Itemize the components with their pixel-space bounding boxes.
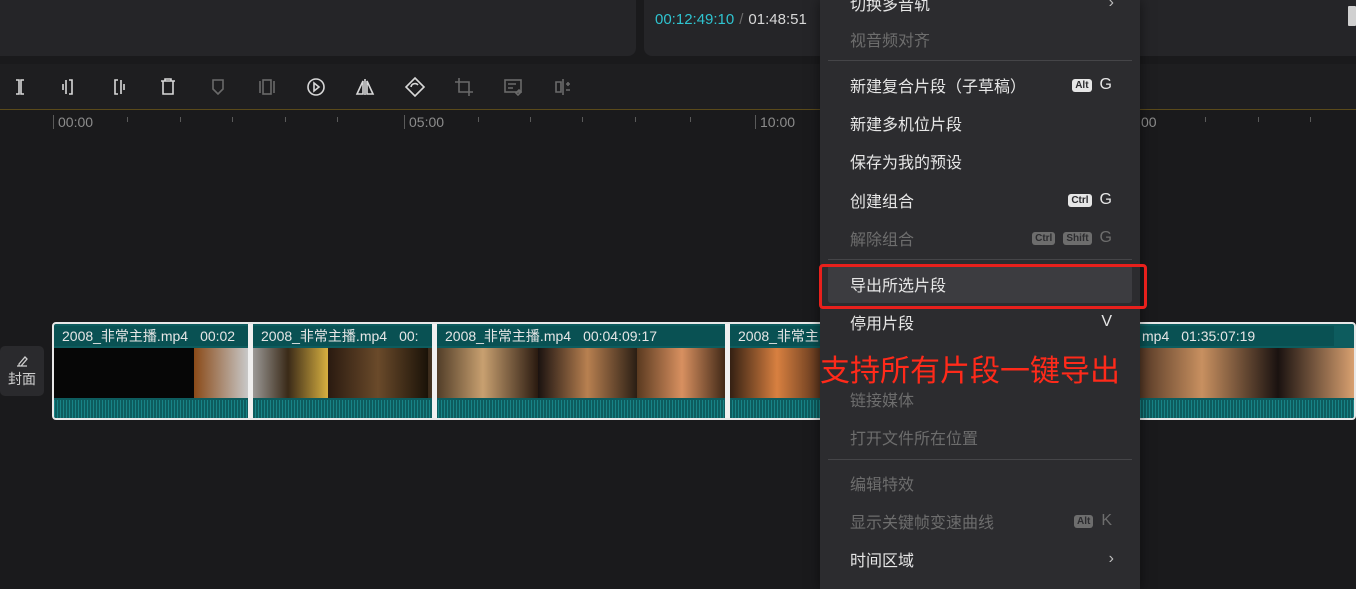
- clip-label: 2008_非常主播.mp4 00:02: [54, 326, 250, 346]
- ruler-label: 00:00: [58, 114, 94, 130]
- panel-edge-handle[interactable]: [1348, 6, 1356, 26]
- menu-item-new-compound-clip[interactable]: 新建复合片段（子草稿） Alt G: [820, 66, 1140, 104]
- clip-label: mp4 01:35:07:19: [1134, 326, 1334, 346]
- shift-key-icon: Shift: [1063, 231, 1092, 245]
- annotation-text: 支持所有片段一键导出: [820, 354, 1120, 389]
- ctrl-key-icon: Ctrl: [1068, 193, 1092, 207]
- chevron-right-icon: ›: [1108, 0, 1114, 11]
- timeline-toolbar: [0, 64, 1356, 110]
- delete-icon[interactable]: [155, 74, 181, 100]
- menu-item-switch-audio-track[interactable]: 切换多音轨 ›: [820, 0, 1140, 22]
- smart-crop-icon: [550, 74, 576, 100]
- menu-item-time-region[interactable]: 时间区域 ›: [820, 540, 1140, 578]
- reverse-play-icon[interactable]: [303, 74, 329, 100]
- alt-key-icon: Alt: [1073, 514, 1094, 528]
- trim-right-icon[interactable]: [105, 74, 131, 100]
- clip-label: 2008_非常主播.mp4 00:: [253, 326, 433, 346]
- alt-key-icon: Alt: [1072, 78, 1092, 92]
- player-timecode: 00:12:49:10/01:48:51: [655, 11, 807, 28]
- menu-divider: [828, 459, 1132, 460]
- chevron-right-icon: ›: [1108, 550, 1114, 567]
- ctrl-key-icon: Ctrl: [1032, 231, 1056, 245]
- clip-label: 2008_非常主播.mp4 00:04:09:17: [437, 326, 727, 346]
- menu-item-create-group[interactable]: 创建组合 Ctrl G: [820, 181, 1140, 219]
- menu-item-ungroup: 解除组合 Ctrl Shift G: [850, 229, 1112, 249]
- clip-label: 2008_非常主: [730, 326, 830, 346]
- pencil-icon: [17, 355, 28, 367]
- rotate-icon[interactable]: [402, 74, 428, 100]
- highlight-box: [819, 264, 1147, 309]
- timeline-ruler[interactable]: 00:00 05:00 10:00 00: [0, 111, 1356, 135]
- marker-icon: [205, 74, 231, 100]
- menu-divider: [828, 60, 1132, 61]
- cover-label: 封面: [8, 370, 36, 387]
- current-time: 00:12:49:10: [655, 11, 735, 28]
- split-icon[interactable]: [7, 74, 33, 100]
- menu-item-show-keyframe-speed-curve: 显示关键帧变速曲线 Alt K: [850, 512, 1112, 532]
- ruler-label: 10:00: [760, 114, 796, 130]
- time-separator: /: [739, 11, 744, 28]
- menu-item-edit-effects: 编辑特效: [850, 477, 915, 494]
- menu-item-av-align: 视音频对齐: [850, 33, 931, 50]
- freeze-icon: [254, 74, 280, 100]
- trim-left-icon[interactable]: [56, 74, 82, 100]
- menu-item-new-multicam-clip[interactable]: 新建多机位片段: [820, 104, 1140, 142]
- edit-frame-icon: [500, 74, 526, 100]
- crop-icon: [451, 74, 477, 100]
- top-left-panel: [0, 0, 636, 56]
- menu-divider: [828, 259, 1132, 260]
- ruler-label: 05:00: [409, 114, 445, 130]
- menu-item-save-preset[interactable]: 保存为我的预设: [820, 142, 1140, 180]
- video-track[interactable]: 2008_非常主播.mp4 00:02 2008_非常主播.mp4 00: 2008…: [52, 322, 1356, 420]
- menu-item-open-file-location: 打开文件所在位置: [850, 431, 979, 448]
- mirror-icon[interactable]: [352, 74, 378, 100]
- ruler-label: 00: [1141, 114, 1157, 130]
- total-time: 01:48:51: [748, 11, 807, 28]
- cover-button[interactable]: 封面: [0, 346, 44, 396]
